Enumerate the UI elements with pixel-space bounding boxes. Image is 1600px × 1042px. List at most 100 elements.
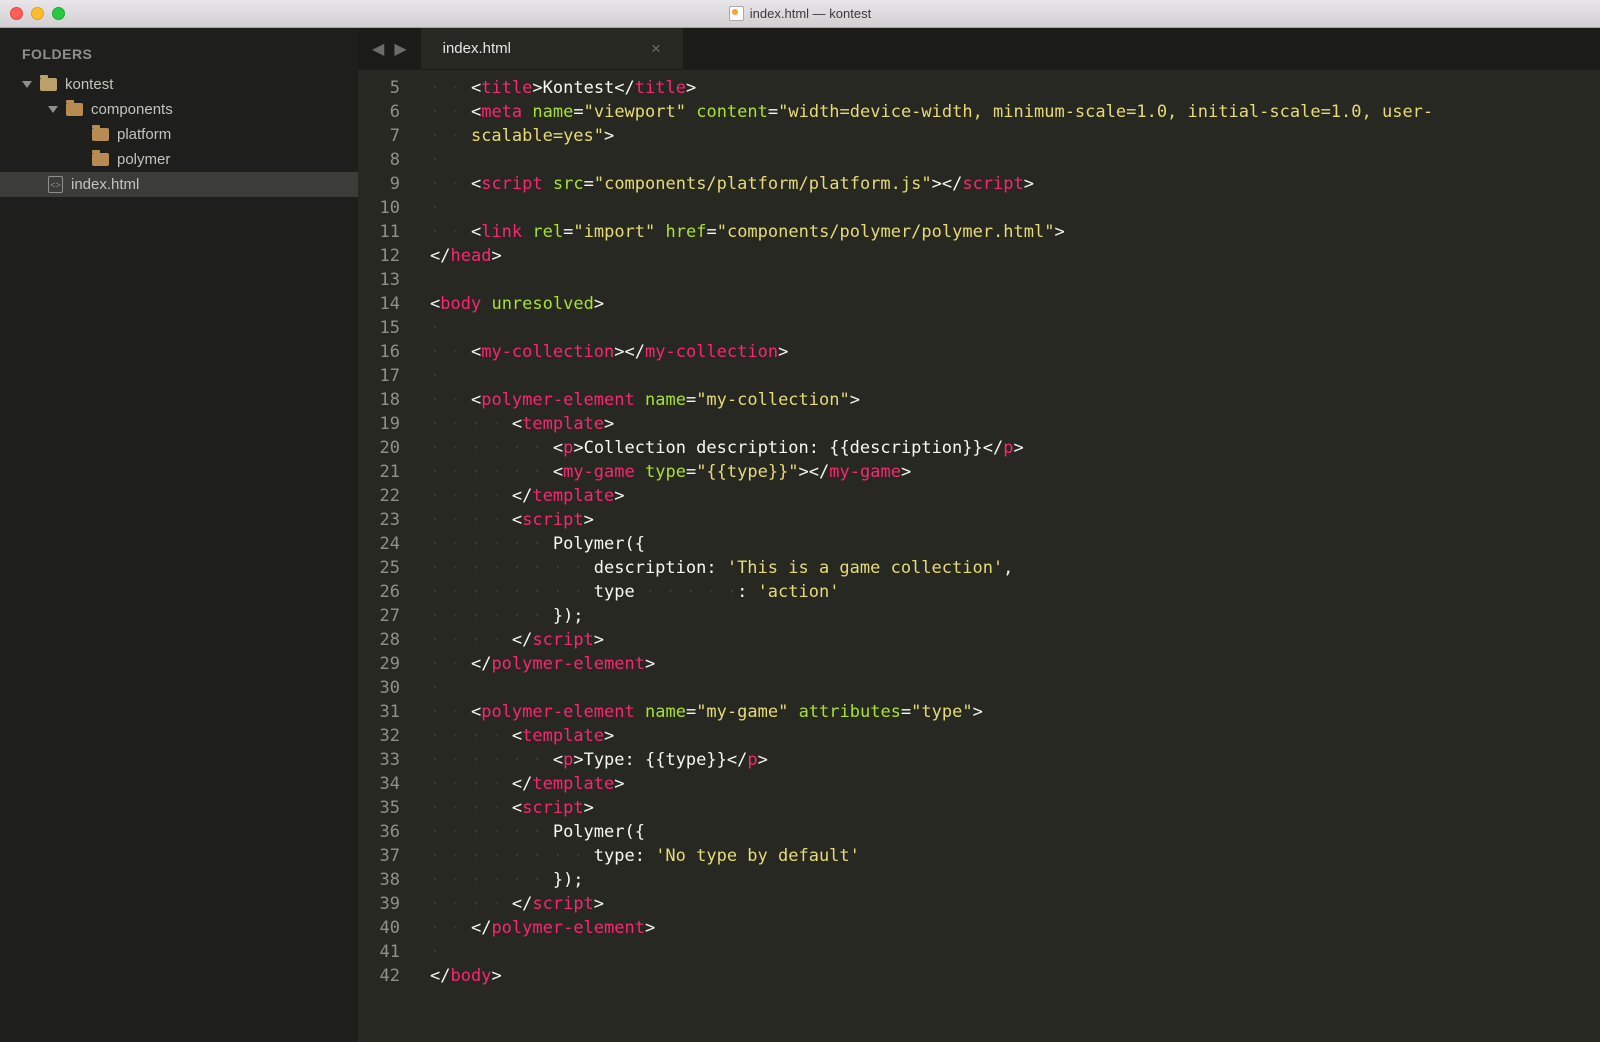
folder-row[interactable]: components bbox=[0, 97, 358, 122]
folder-icon bbox=[40, 78, 57, 91]
folder-icon bbox=[66, 103, 83, 116]
code-line[interactable]: · · <polymer-element name="my-collection… bbox=[430, 388, 1433, 412]
line-number: 7 bbox=[358, 124, 400, 148]
line-number: 41 bbox=[358, 940, 400, 964]
line-number: 9 bbox=[358, 172, 400, 196]
line-number: 30 bbox=[358, 676, 400, 700]
code-line[interactable]: · bbox=[430, 196, 1433, 220]
code-line[interactable]: · · <title>Kontest</title> bbox=[430, 76, 1433, 100]
line-number: 36 bbox=[358, 820, 400, 844]
tab-label: index.html bbox=[443, 40, 511, 57]
sidebar[interactable]: FOLDERS kontestcomponentsplatformpolymer… bbox=[0, 28, 358, 1042]
tree-item-label: components bbox=[91, 101, 173, 118]
code-line[interactable]: </head> bbox=[430, 244, 1433, 268]
window-title-text: index.html — kontest bbox=[750, 6, 871, 21]
code-lines[interactable]: · · <title>Kontest</title>· · <meta name… bbox=[414, 70, 1433, 1042]
tab-prev-icon[interactable]: ◀ bbox=[372, 39, 384, 59]
line-number: 10 bbox=[358, 196, 400, 220]
editor-area: ◀ ▶ index.html × 56789101112131415161718… bbox=[358, 28, 1600, 1042]
tab-active[interactable]: index.html × bbox=[421, 28, 684, 69]
line-number: 33 bbox=[358, 748, 400, 772]
code-line[interactable]: · bbox=[430, 148, 1433, 172]
line-number: 42 bbox=[358, 964, 400, 988]
minimize-window-button[interactable] bbox=[31, 7, 44, 20]
code-line[interactable]: · · · · </template> bbox=[430, 772, 1433, 796]
code-line[interactable]: · · <script src="components/platform/pla… bbox=[430, 172, 1433, 196]
line-number: 21 bbox=[358, 460, 400, 484]
line-number: 13 bbox=[358, 268, 400, 292]
folder-icon bbox=[92, 153, 109, 166]
code-line[interactable]: · · · · </script> bbox=[430, 628, 1433, 652]
zoom-window-button[interactable] bbox=[52, 7, 65, 20]
line-number: 18 bbox=[358, 388, 400, 412]
code-line[interactable]: · · · · </script> bbox=[430, 892, 1433, 916]
code-line[interactable]: · · <polymer-element name="my-game" attr… bbox=[430, 700, 1433, 724]
line-number: 39 bbox=[358, 892, 400, 916]
line-number: 20 bbox=[358, 436, 400, 460]
folder-row[interactable]: platform bbox=[0, 122, 358, 147]
code-line[interactable]: · · </polymer-element> bbox=[430, 652, 1433, 676]
code-line[interactable]: · bbox=[430, 676, 1433, 700]
tab-close-icon[interactable]: × bbox=[651, 39, 661, 59]
code-line[interactable]: · · · · · · }); bbox=[430, 868, 1433, 892]
tab-bar: ◀ ▶ index.html × bbox=[358, 28, 1600, 70]
code-line[interactable]: · · <my-collection></my-collection> bbox=[430, 340, 1433, 364]
line-number: 40 bbox=[358, 916, 400, 940]
code-line[interactable]: · · · · · · <p>Collection description: {… bbox=[430, 436, 1433, 460]
line-number: 38 bbox=[358, 868, 400, 892]
line-number: 8 bbox=[358, 148, 400, 172]
window-title: index.html — kontest bbox=[0, 6, 1600, 21]
tab-nav-arrows: ◀ ▶ bbox=[358, 28, 421, 69]
code-editor[interactable]: 5678910111213141516171819202122232425262… bbox=[358, 70, 1600, 1042]
line-number: 23 bbox=[358, 508, 400, 532]
code-line[interactable]: · · scalable=yes"> bbox=[430, 124, 1433, 148]
code-line[interactable]: · · · · · · · · type: 'No type by defaul… bbox=[430, 844, 1433, 868]
line-number: 26 bbox=[358, 580, 400, 604]
title-bar: index.html — kontest bbox=[0, 0, 1600, 28]
code-line[interactable]: · · · · · · <my-game type="{{type}}"></m… bbox=[430, 460, 1433, 484]
code-line[interactable]: </body> bbox=[430, 964, 1433, 988]
line-number: 12 bbox=[358, 244, 400, 268]
folder-icon bbox=[92, 128, 109, 141]
code-line[interactable]: · · <link rel="import" href="components/… bbox=[430, 220, 1433, 244]
traffic-lights bbox=[10, 7, 65, 20]
code-line[interactable]: · bbox=[430, 316, 1433, 340]
code-line[interactable]: · · · · · · }); bbox=[430, 604, 1433, 628]
line-number: 11 bbox=[358, 220, 400, 244]
file-icon bbox=[729, 6, 744, 21]
code-line[interactable]: · · · · <template> bbox=[430, 724, 1433, 748]
file-row[interactable]: <>index.html bbox=[0, 172, 358, 197]
line-number: 29 bbox=[358, 652, 400, 676]
line-number: 35 bbox=[358, 796, 400, 820]
code-line[interactable] bbox=[430, 268, 1433, 292]
tab-next-icon[interactable]: ▶ bbox=[394, 39, 406, 59]
chevron-down-icon bbox=[48, 106, 58, 113]
code-line[interactable]: · · · · </template> bbox=[430, 484, 1433, 508]
line-number: 5 bbox=[358, 76, 400, 100]
folder-row[interactable]: kontest bbox=[0, 72, 358, 97]
code-line[interactable]: · · · · · · Polymer({ bbox=[430, 532, 1433, 556]
line-number: 16 bbox=[358, 340, 400, 364]
code-line[interactable]: · · </polymer-element> bbox=[430, 916, 1433, 940]
line-number: 17 bbox=[358, 364, 400, 388]
chevron-down-icon bbox=[22, 81, 32, 88]
code-line[interactable]: · · · · <template> bbox=[430, 412, 1433, 436]
code-line[interactable]: · · · · · · · · type · · · · ·: 'action' bbox=[430, 580, 1433, 604]
code-line[interactable]: · · · · <script> bbox=[430, 796, 1433, 820]
code-line[interactable]: · bbox=[430, 940, 1433, 964]
line-number: 34 bbox=[358, 772, 400, 796]
code-line[interactable]: · · · · <script> bbox=[430, 508, 1433, 532]
code-line[interactable]: · · <meta name="viewport" content="width… bbox=[430, 100, 1433, 124]
code-line[interactable]: · bbox=[430, 364, 1433, 388]
line-number: 31 bbox=[358, 700, 400, 724]
line-number: 28 bbox=[358, 628, 400, 652]
file-tree[interactable]: kontest components platformpolymer<>index.… bbox=[0, 72, 358, 197]
line-number: 32 bbox=[358, 724, 400, 748]
code-line[interactable]: · · · · · · Polymer({ bbox=[430, 820, 1433, 844]
close-window-button[interactable] bbox=[10, 7, 23, 20]
code-line[interactable]: <body unresolved> bbox=[430, 292, 1433, 316]
code-line[interactable]: · · · · · · <p>Type: {{type}}</p> bbox=[430, 748, 1433, 772]
code-line[interactable] bbox=[430, 988, 1433, 1012]
code-line[interactable]: · · · · · · · · description: 'This is a … bbox=[430, 556, 1433, 580]
folder-row[interactable]: polymer bbox=[0, 147, 358, 172]
